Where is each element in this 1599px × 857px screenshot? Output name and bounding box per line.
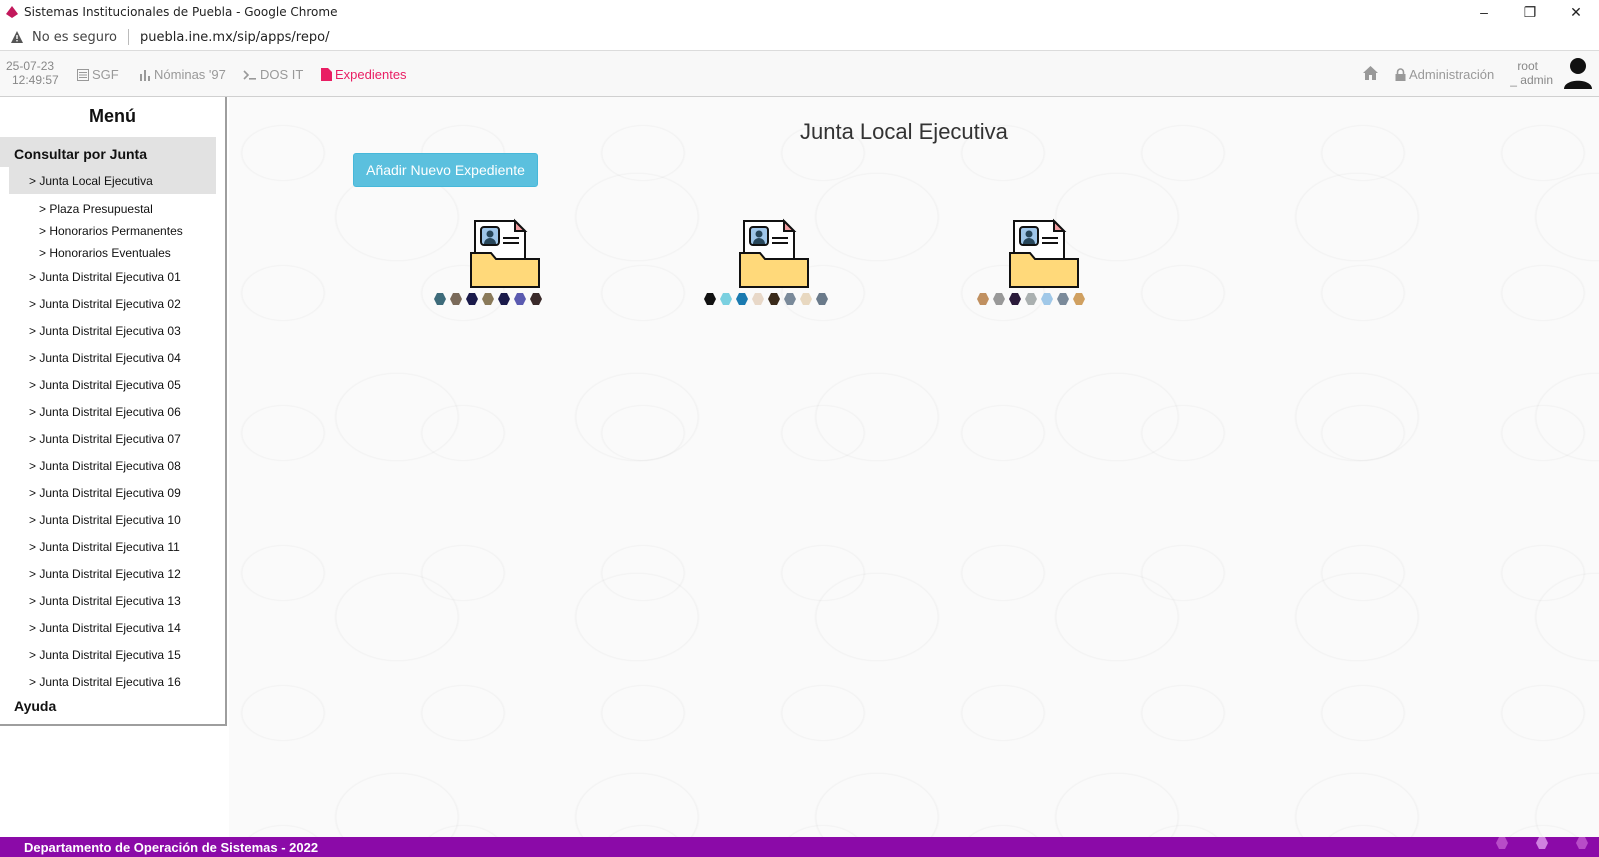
folder-label-pixelated — [977, 293, 1085, 309]
address-separator — [128, 29, 129, 45]
restore-button[interactable]: ❐ — [1507, 0, 1553, 24]
pixel-dot — [977, 293, 989, 305]
user-line2: _ admin — [1510, 73, 1553, 87]
app-logo-icon — [6, 6, 18, 18]
pixel-dot — [434, 293, 446, 305]
sidebar-item-distrital-04[interactable]: > Junta Distrital Ejecutiva 04 — [0, 345, 225, 372]
hexagon-pattern-decoration — [1456, 837, 1588, 849]
list-icon — [77, 68, 89, 81]
pixel-dot — [1009, 293, 1021, 305]
sidebar-item-distrital-08[interactable]: > Junta Distrital Ejecutiva 08 — [0, 453, 225, 480]
nav-nominas-label: Nóminas '97 — [154, 67, 226, 82]
nav-expedientes[interactable]: Expedientes — [321, 67, 407, 82]
nav-dos-it[interactable]: DOS IT — [243, 67, 303, 82]
nav-dos-it-label: DOS IT — [260, 67, 304, 82]
folder-document-icon[interactable] — [469, 217, 541, 289]
pixel-dot — [800, 293, 812, 305]
pixel-dot — [993, 293, 1005, 305]
user-avatar-icon[interactable] — [1563, 57, 1593, 89]
sidebar-item-distrital-09[interactable]: > Junta Distrital Ejecutiva 09 — [0, 480, 225, 507]
nav-administracion-label: Administración — [1409, 67, 1495, 82]
page-title: Junta Local Ejecutiva — [800, 119, 1008, 144]
browser-titlebar: Sistemas Institucionales de Puebla - Goo… — [0, 0, 1599, 24]
nav-expedientes-label: Expedientes — [335, 67, 407, 82]
sidebar-item-distrital-10[interactable]: > Junta Distrital Ejecutiva 10 — [0, 507, 225, 534]
app-navbar: 25-07-23 12:49:57 SGF Nóminas '97 DOS IT… — [0, 51, 1599, 97]
folder-label-pixelated — [704, 293, 828, 309]
address-bar[interactable]: No es seguro puebla.ine.mx/sip/apps/repo… — [0, 24, 1599, 51]
pixel-dot — [816, 293, 828, 305]
pixel-dot — [530, 293, 542, 305]
pixel-dot — [784, 293, 796, 305]
main-content: Junta Local Ejecutiva Añadir Nuevo Exped… — [229, 97, 1599, 837]
warning-icon — [11, 31, 23, 43]
folder-document-icon[interactable] — [1008, 217, 1080, 289]
nav-sgf[interactable]: SGF — [77, 67, 119, 82]
sidebar-item-distrital-06[interactable]: > Junta Distrital Ejecutiva 06 — [0, 399, 225, 426]
pixel-dot — [1025, 293, 1037, 305]
sidebar-item-distrital-03[interactable]: > Junta Distrital Ejecutiva 03 — [0, 318, 225, 345]
sidebar-item-distrital-01[interactable]: > Junta Distrital Ejecutiva 01 — [0, 264, 225, 291]
sidebar-item-distrital-14[interactable]: > Junta Distrital Ejecutiva 14 — [0, 615, 225, 642]
pixel-dot — [482, 293, 494, 305]
sidebar-item-distrital-15[interactable]: > Junta Distrital Ejecutiva 15 — [0, 642, 225, 669]
security-status[interactable]: No es seguro — [32, 30, 117, 45]
folder-label-pixelated — [434, 293, 542, 309]
sidebar-item-plaza[interactable]: > Plaza Presupuestal — [0, 198, 225, 220]
sidebar-item-honorarios-permanentes[interactable]: > Honorarios Permanentes — [0, 220, 225, 242]
home-icon[interactable] — [1363, 66, 1378, 80]
section-consultar[interactable]: Consultar por Junta — [0, 137, 216, 167]
pixel-dot — [1041, 293, 1053, 305]
footer: Departamento de Operación de Sistemas - … — [0, 837, 1599, 857]
window-title: Sistemas Institucionales de Puebla - Goo… — [24, 5, 338, 19]
url-text[interactable]: puebla.ine.mx/sip/apps/repo/ — [140, 30, 329, 45]
menu-title: Menú — [89, 106, 136, 126]
pixel-dot — [752, 293, 764, 305]
clock: 25-07-23 12:49:57 — [6, 59, 59, 87]
sidebar-menu: Menú Consultar por Junta > Junta Local E… — [0, 97, 227, 726]
sidebar-item-distrital-07[interactable]: > Junta Distrital Ejecutiva 07 — [0, 426, 225, 453]
sidebar-item-distrital-13[interactable]: > Junta Distrital Ejecutiva 13 — [0, 588, 225, 615]
user-name[interactable]: root _ admin — [1505, 59, 1553, 87]
user-line1: root — [1517, 59, 1538, 73]
sidebar-item-junta-local[interactable]: > Junta Local Ejecutiva — [9, 167, 216, 194]
pixel-dot — [466, 293, 478, 305]
sidebar-item-honorarios-eventuales[interactable]: > Honorarios Eventuales — [0, 242, 225, 264]
add-expediente-button[interactable]: Añadir Nuevo Expediente — [353, 153, 538, 187]
nav-sgf-label: SGF — [92, 67, 119, 82]
pixel-dot — [1057, 293, 1069, 305]
terminal-icon — [243, 69, 256, 80]
nav-nominas[interactable]: Nóminas '97 — [139, 67, 226, 82]
sidebar-item-distrital-16[interactable]: > Junta Distrital Ejecutiva 16 — [0, 669, 225, 696]
pixel-dot — [736, 293, 748, 305]
sidebar-item-ayuda[interactable]: Ayuda — [0, 698, 225, 714]
close-button[interactable]: ✕ — [1553, 0, 1599, 24]
sidebar-item-distrital-02[interactable]: > Junta Distrital Ejecutiva 02 — [0, 291, 225, 318]
pixel-dot — [1073, 293, 1085, 305]
minimize-button[interactable]: – — [1461, 0, 1507, 24]
pixel-dot — [720, 293, 732, 305]
pixel-dot — [450, 293, 462, 305]
pixel-dot — [704, 293, 716, 305]
sidebar-item-distrital-11[interactable]: > Junta Distrital Ejecutiva 11 — [0, 534, 225, 561]
sidebar-item-distrital-05[interactable]: > Junta Distrital Ejecutiva 05 — [0, 372, 225, 399]
pixel-dot — [768, 293, 780, 305]
clock-date: 25-07-23 — [6, 59, 55, 73]
bar-chart-icon — [140, 69, 150, 81]
pixel-dot — [498, 293, 510, 305]
lock-icon — [1395, 68, 1406, 81]
folder-document-icon[interactable] — [738, 217, 810, 289]
pixel-dot — [514, 293, 526, 305]
clock-time: 12:49:57 — [12, 73, 59, 87]
nav-administracion[interactable]: Administración — [1395, 67, 1494, 82]
file-icon — [321, 68, 332, 81]
sidebar-item-distrital-12[interactable]: > Junta Distrital Ejecutiva 12 — [0, 561, 225, 588]
